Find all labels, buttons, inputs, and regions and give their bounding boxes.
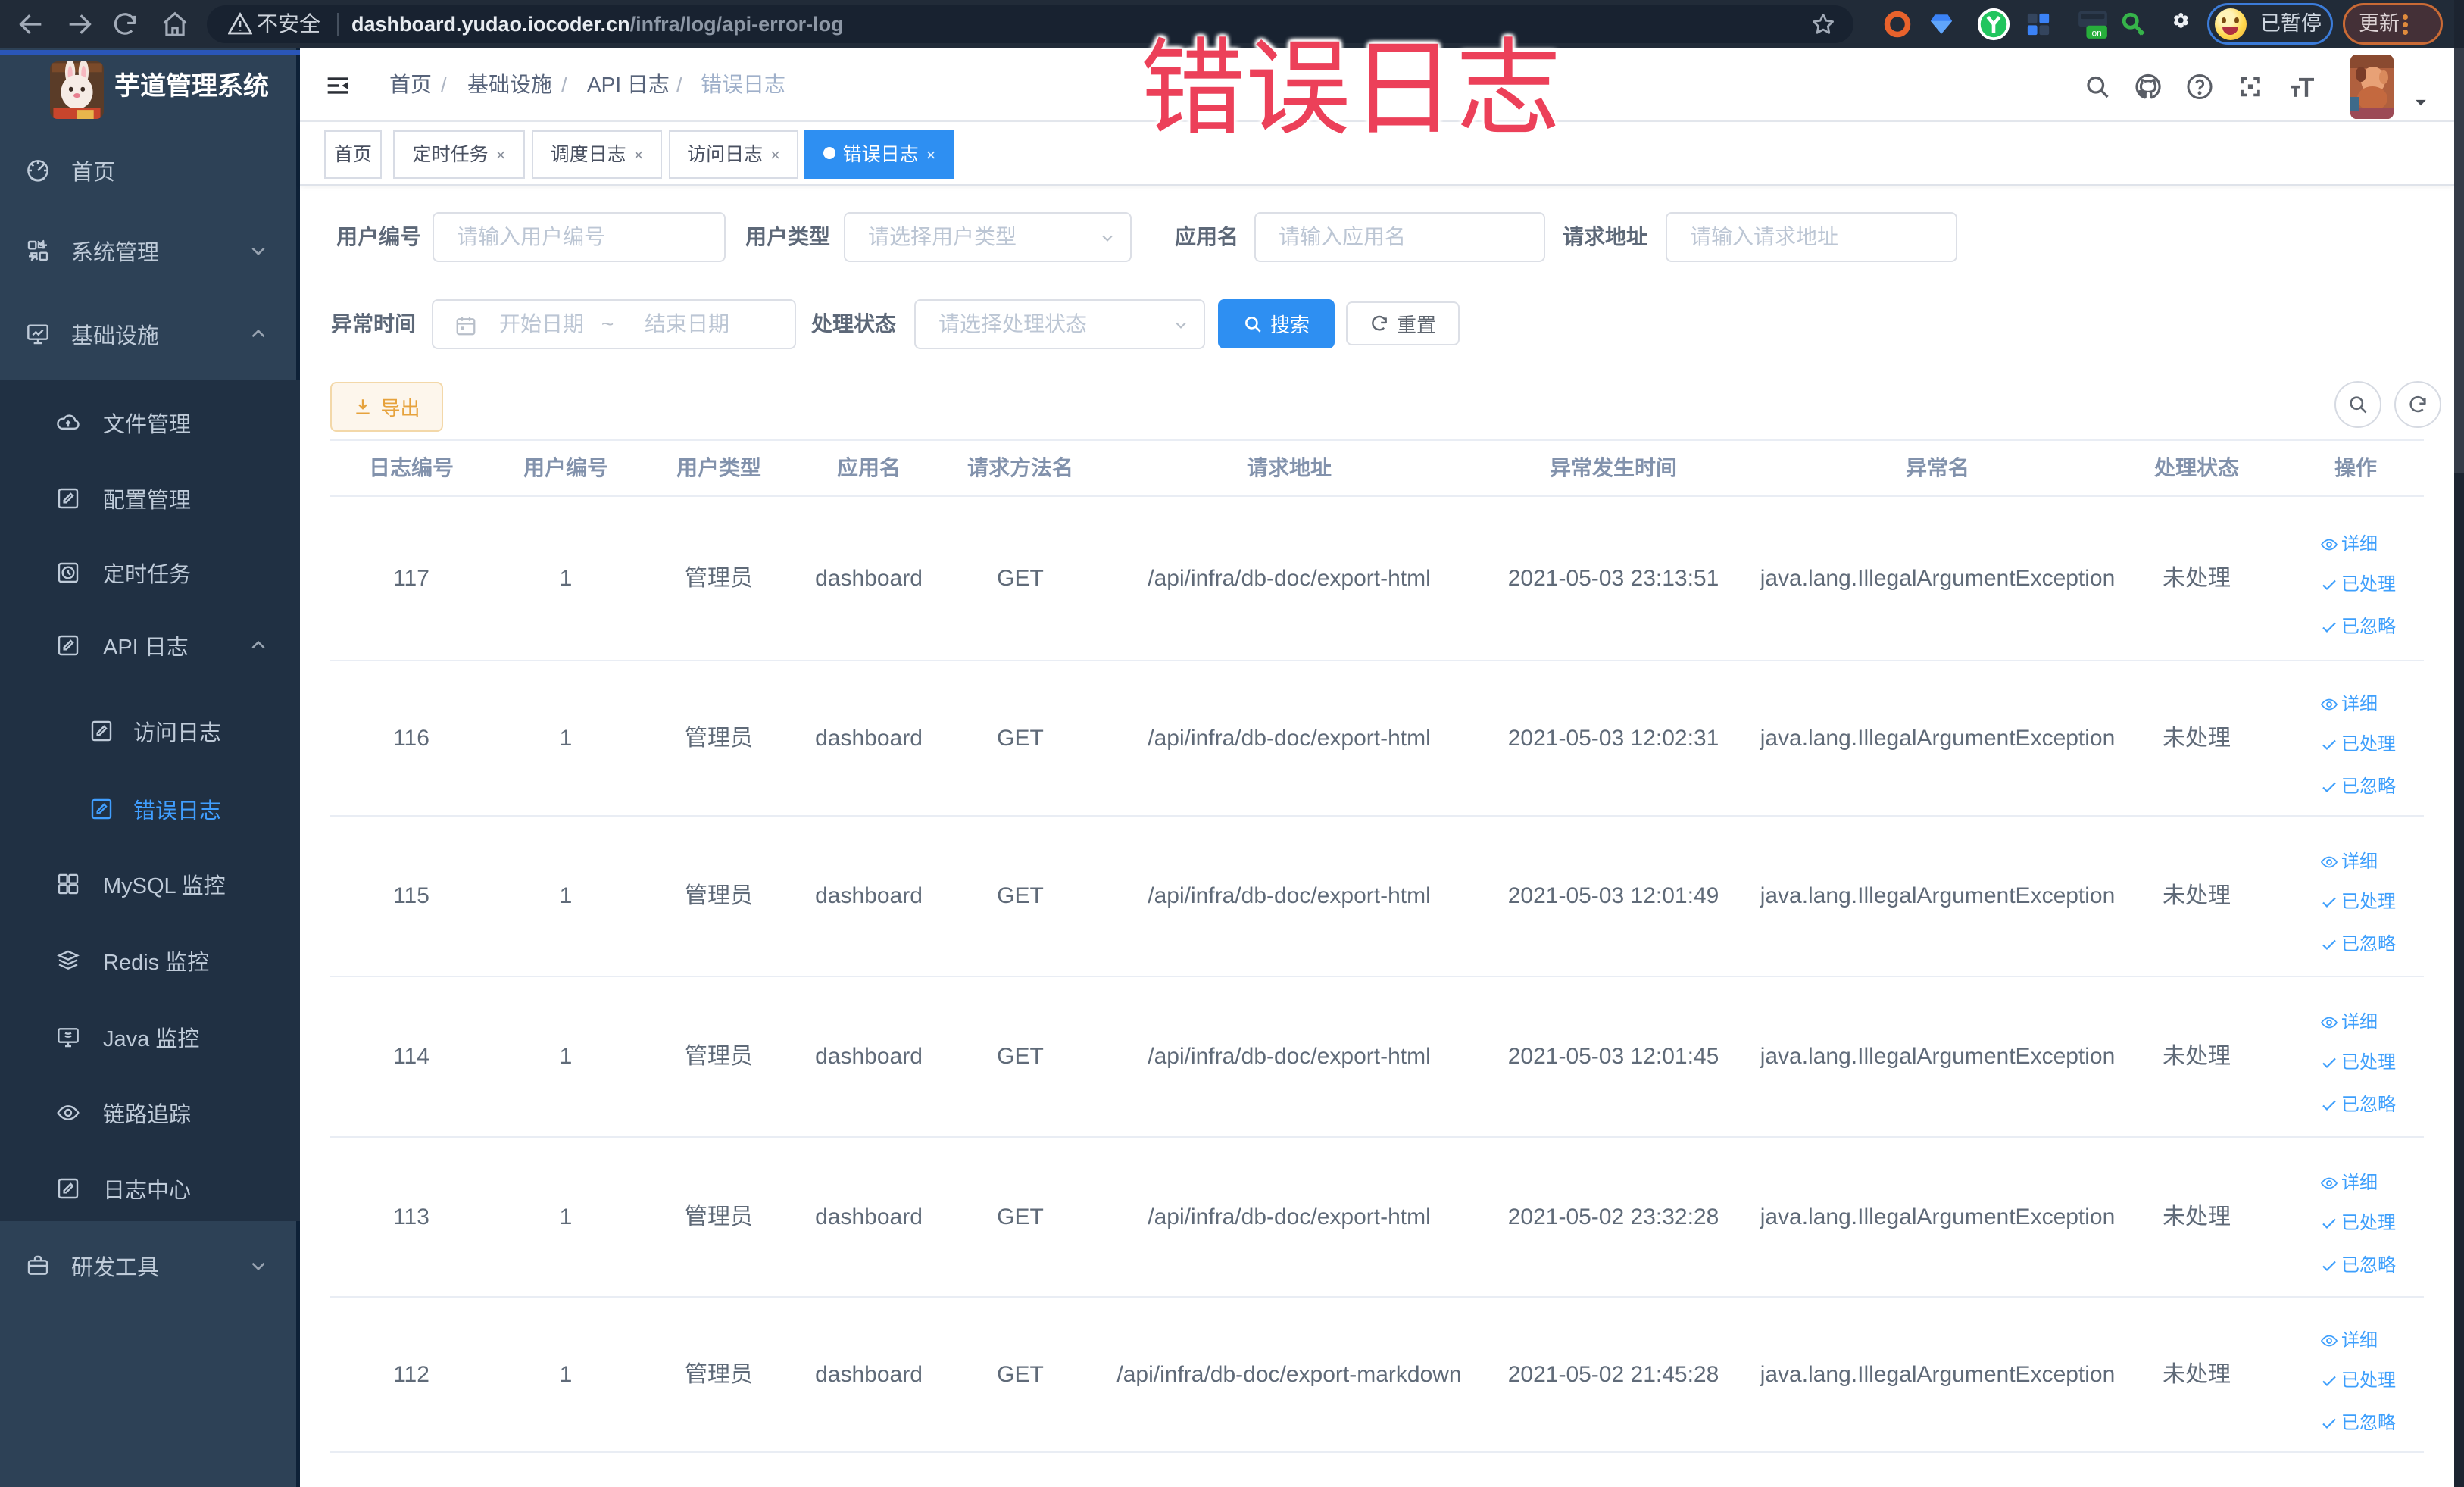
- svg-text:on: on: [2091, 27, 2101, 38]
